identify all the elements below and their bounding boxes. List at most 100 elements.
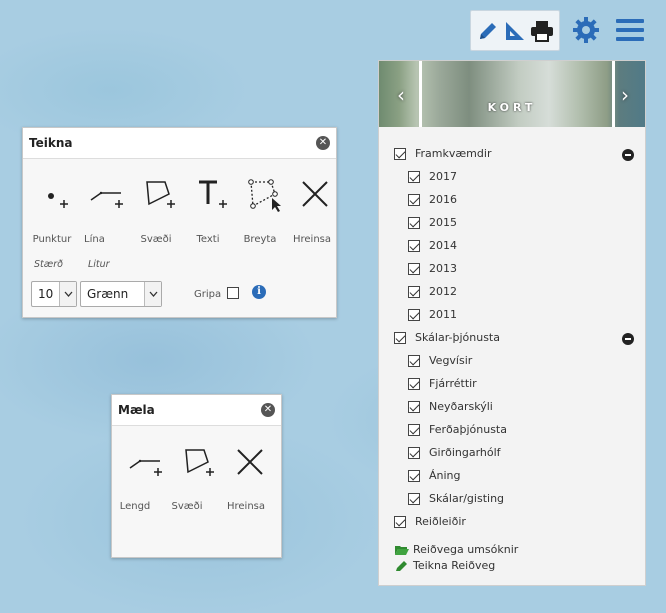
draw-tool-button[interactable] bbox=[476, 19, 500, 43]
layer-label: Skálar-þjónusta bbox=[415, 331, 500, 344]
tool-label: Breyta bbox=[243, 234, 277, 245]
layer-item[interactable]: Fjárréttir bbox=[408, 377, 477, 390]
text-plus-icon bbox=[199, 180, 227, 208]
layer-group-framkvaemdir[interactable]: Framkvæmdir bbox=[394, 147, 491, 160]
close-button[interactable]: ✕ bbox=[316, 136, 330, 150]
collapse-icon[interactable] bbox=[622, 149, 634, 161]
chevron-down-icon bbox=[144, 282, 161, 306]
tool-label: Svæði bbox=[171, 501, 203, 512]
layer-label: Framkvæmdir bbox=[415, 147, 492, 160]
print-button[interactable] bbox=[530, 19, 554, 43]
layer-label: 2012 bbox=[429, 285, 457, 298]
polygon-plus-icon bbox=[146, 181, 175, 208]
printer-icon bbox=[530, 20, 553, 42]
layer-item[interactable]: 2014 bbox=[408, 239, 457, 252]
close-icon: ✕ bbox=[318, 137, 328, 148]
point-tool[interactable] bbox=[29, 172, 81, 216]
layer-checkbox[interactable] bbox=[408, 193, 420, 206]
riding-path-applications-link[interactable]: Reiðvega umsóknir bbox=[395, 543, 518, 556]
clear-x-icon bbox=[237, 449, 263, 475]
tool-label: Hreinsa bbox=[292, 234, 332, 245]
info-icon[interactable]: i bbox=[252, 285, 266, 299]
layer-label: 2017 bbox=[429, 170, 457, 183]
layer-checkbox[interactable] bbox=[408, 216, 420, 229]
gear-icon bbox=[573, 17, 599, 43]
layer-checkbox[interactable] bbox=[408, 170, 420, 183]
tool-label: Lengd bbox=[119, 501, 151, 512]
panel-title: Teikna bbox=[29, 136, 73, 150]
snap-label: Gripa bbox=[194, 289, 222, 300]
layer-checkbox[interactable] bbox=[408, 308, 420, 321]
layer-checkbox[interactable] bbox=[408, 239, 420, 252]
measure-tool-button[interactable] bbox=[503, 19, 527, 43]
link-label: Reiðvega umsóknir bbox=[413, 543, 519, 556]
layer-checkbox[interactable] bbox=[408, 285, 420, 298]
layer-checkbox[interactable] bbox=[408, 354, 420, 367]
draw-panel-header[interactable]: Teikna ✕ bbox=[23, 128, 336, 159]
layer-label: 2014 bbox=[429, 239, 457, 252]
draw-riding-path-link[interactable]: Teikna Reiðveg bbox=[395, 559, 495, 572]
color-value: Grænn bbox=[87, 287, 129, 301]
measure-panel-header[interactable]: Mæla ✕ bbox=[112, 395, 281, 426]
layer-item[interactable]: 2011 bbox=[408, 308, 457, 321]
panel-title: Mæla bbox=[118, 403, 155, 417]
chevron-right-icon[interactable]: › bbox=[615, 83, 635, 107]
tool-label: Hreinsa bbox=[226, 501, 266, 512]
collapse-icon[interactable] bbox=[622, 333, 634, 345]
layer-item[interactable]: 2016 bbox=[408, 193, 457, 206]
layer-checkbox[interactable] bbox=[394, 515, 406, 528]
layer-checkbox[interactable] bbox=[394, 331, 406, 344]
layer-checkbox[interactable] bbox=[408, 400, 420, 413]
layer-checkbox[interactable] bbox=[408, 492, 420, 505]
edit-shape-icon bbox=[248, 179, 281, 212]
edit-tool[interactable] bbox=[237, 172, 289, 216]
layer-item[interactable]: Vegvísir bbox=[408, 354, 472, 367]
line-tool[interactable] bbox=[81, 172, 133, 216]
menu-button[interactable] bbox=[614, 14, 646, 46]
clear-tool[interactable] bbox=[224, 440, 276, 484]
length-tool[interactable] bbox=[120, 440, 172, 484]
area-tool[interactable] bbox=[172, 440, 224, 484]
layer-item[interactable]: Skálar/gisting bbox=[408, 492, 504, 505]
layer-checkbox[interactable] bbox=[408, 446, 420, 459]
layer-item[interactable]: 2013 bbox=[408, 262, 457, 275]
tool-label: Punktur bbox=[32, 234, 72, 245]
pencil-icon bbox=[480, 22, 497, 39]
color-select[interactable]: Grænn bbox=[80, 281, 162, 307]
layer-checkbox[interactable] bbox=[408, 469, 420, 482]
size-select[interactable]: 10 bbox=[31, 281, 77, 307]
layer-label: Neyðarskýli bbox=[429, 400, 493, 413]
layer-item[interactable]: Girðingarhólf bbox=[408, 446, 501, 459]
text-tool[interactable] bbox=[185, 172, 237, 216]
tool-label: Texti bbox=[196, 234, 220, 245]
layer-group-reidleidir[interactable]: Reiðleiðir bbox=[394, 515, 466, 528]
layer-checkbox[interactable] bbox=[394, 147, 406, 160]
layer-item[interactable]: Ferðaþjónusta bbox=[408, 423, 507, 436]
settings-button[interactable] bbox=[570, 14, 602, 46]
layer-checkbox[interactable] bbox=[408, 262, 420, 275]
layer-item[interactable]: 2017 bbox=[408, 170, 457, 183]
layer-item[interactable]: 2015 bbox=[408, 216, 457, 229]
basemap-label: KORT bbox=[487, 101, 537, 114]
clear-tool[interactable] bbox=[289, 172, 341, 216]
layer-item[interactable]: 2012 bbox=[408, 285, 457, 298]
basemap-switcher[interactable]: ‹ KORT › bbox=[379, 61, 645, 127]
layer-checkbox[interactable] bbox=[408, 377, 420, 390]
menu-icon bbox=[616, 19, 644, 41]
layer-label: Fjárréttir bbox=[429, 377, 477, 390]
draw-panel: Teikna ✕ Punktur Lína Svæði Texti Breyta… bbox=[22, 127, 337, 318]
size-label: Stærð bbox=[34, 259, 63, 270]
layer-item[interactable]: Neyðarskýli bbox=[408, 400, 493, 413]
color-label: Litur bbox=[88, 259, 110, 270]
layer-checkbox[interactable] bbox=[408, 423, 420, 436]
line-plus-icon bbox=[90, 191, 123, 208]
layer-label: Skálar/gisting bbox=[429, 492, 505, 505]
close-button[interactable]: ✕ bbox=[261, 403, 275, 417]
snap-checkbox[interactable] bbox=[227, 287, 239, 299]
ruler-triangle-icon bbox=[505, 21, 524, 40]
polygon-tool[interactable] bbox=[133, 172, 185, 216]
layer-group-skalar-thjonusta[interactable]: Skálar-þjónusta bbox=[394, 331, 500, 344]
layer-item[interactable]: Áning bbox=[408, 469, 461, 482]
tool-label: Lína bbox=[84, 234, 105, 245]
layer-label: 2011 bbox=[429, 308, 457, 321]
